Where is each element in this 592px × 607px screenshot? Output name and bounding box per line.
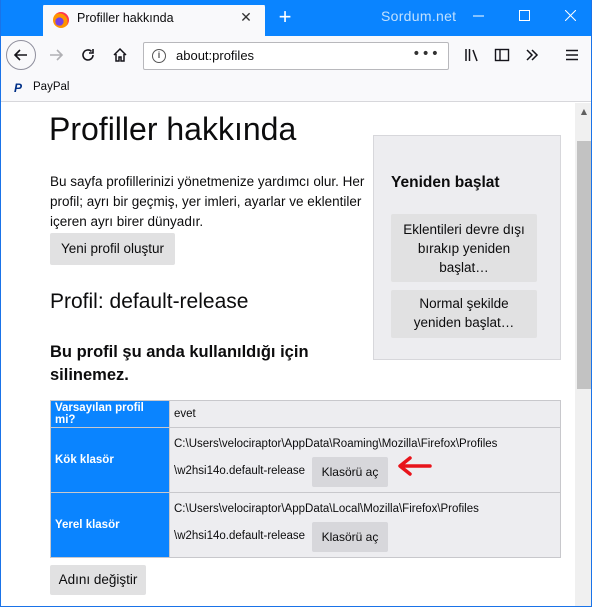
- default-profile-label: Varsayılan profil mi?: [51, 401, 169, 427]
- url-text[interactable]: about:profiles: [176, 48, 254, 63]
- open-local-folder-button[interactable]: Klasörü aç: [312, 522, 388, 552]
- scrollbar-thumb[interactable]: [577, 141, 591, 389]
- root-path-line2: \w2hsi14o.default-release: [174, 465, 306, 477]
- local-path-row: \w2hsi14o.default-release Klasörü aç: [174, 522, 556, 554]
- back-button[interactable]: [6, 40, 36, 70]
- root-folder-value: C:\Users\velociraptor\AppData\Roaming\Mo…: [170, 428, 560, 492]
- scroll-up-icon[interactable]: ▲: [575, 103, 591, 121]
- home-button[interactable]: [105, 40, 135, 70]
- close-tab-icon[interactable]: ✕: [237, 9, 255, 27]
- browser-window: Profiller hakkında ✕ + Sordum.net i abou…: [0, 0, 592, 607]
- intro-text: Bu sayfa profillerinizi yönetmenize yard…: [50, 174, 365, 229]
- paypal-icon: P: [14, 81, 23, 95]
- menu-icon[interactable]: [557, 40, 587, 70]
- info-icon[interactable]: i: [152, 49, 166, 63]
- tab-accent: [43, 3, 265, 5]
- minimize-icon[interactable]: [455, 0, 501, 34]
- title-bar: Profiller hakkında ✕ + Sordum.net: [1, 0, 591, 36]
- profile-info-table: Varsayılan profil mi? evet Kök klasör C:…: [50, 400, 561, 558]
- address-bar[interactable]: i about:profiles •••: [143, 42, 449, 70]
- root-folder-label: Kök klasör: [51, 428, 169, 492]
- overflow-chevron-icon[interactable]: [517, 40, 547, 70]
- bookmarks-bar: P PayPal: [1, 74, 591, 102]
- sidebar-icon[interactable]: [487, 40, 517, 70]
- page-actions-icon[interactable]: •••: [412, 46, 440, 62]
- page-content: Profiller hakkında Bu sayfa profillerini…: [1, 103, 575, 606]
- forward-button[interactable]: [41, 40, 71, 70]
- library-icon[interactable]: [457, 40, 487, 70]
- restart-panel: Yeniden başlat Eklentileri devre dışı bı…: [373, 135, 561, 360]
- local-folder-label: Yerel klasör: [51, 493, 169, 557]
- new-tab-button[interactable]: +: [271, 4, 299, 32]
- create-profile-button[interactable]: Yeni profil oluştur: [50, 233, 175, 265]
- maximize-icon[interactable]: [501, 0, 547, 34]
- table-row: Kök klasör C:\Users\velociraptor\AppData…: [51, 428, 560, 492]
- scrollbar[interactable]: ▲: [575, 103, 591, 606]
- restart-title: Yeniden başlat: [391, 174, 500, 191]
- default-profile-value: evet: [170, 401, 560, 427]
- profile-heading: Profil: default-release: [50, 290, 249, 313]
- close-window-icon[interactable]: [547, 0, 591, 34]
- cannot-delete-notice: Bu profil şu anda kullanıldığı için sili…: [50, 343, 309, 384]
- root-path-row: \w2hsi14o.default-release Klasörü aç: [174, 457, 556, 489]
- local-path-line1: C:\Users\velociraptor\AppData\Local\Mozi…: [174, 503, 479, 515]
- page-title: Profiller hakkında: [49, 111, 297, 147]
- rename-profile-button[interactable]: Adını değiştir: [50, 565, 146, 595]
- restart-disable-addons-button[interactable]: Eklentileri devre dışı bırakıp yeniden b…: [391, 214, 537, 282]
- reload-button[interactable]: [73, 40, 103, 70]
- local-path-line2: \w2hsi14o.default-release: [174, 530, 306, 542]
- red-arrow-icon: [398, 456, 432, 476]
- open-root-folder-button[interactable]: Klasörü aç: [312, 457, 388, 487]
- table-row: Varsayılan profil mi? evet: [51, 401, 560, 427]
- nav-toolbar: i about:profiles •••: [1, 36, 591, 74]
- tab-title: Profiller hakkında: [77, 11, 174, 25]
- tab-profiles[interactable]: Profiller hakkında ✕: [43, 3, 265, 36]
- local-folder-value: C:\Users\velociraptor\AppData\Local\Mozi…: [170, 493, 560, 557]
- bookmark-label: PayPal: [33, 81, 70, 93]
- restart-normal-button[interactable]: Normal şekilde yeniden başlat…: [391, 290, 537, 338]
- firefox-logo-icon: [53, 12, 69, 28]
- table-row: Yerel klasör C:\Users\velociraptor\AppDa…: [51, 493, 560, 557]
- root-path-line1: C:\Users\velociraptor\AppData\Roaming\Mo…: [174, 438, 498, 450]
- watermark: Sordum.net: [381, 8, 457, 24]
